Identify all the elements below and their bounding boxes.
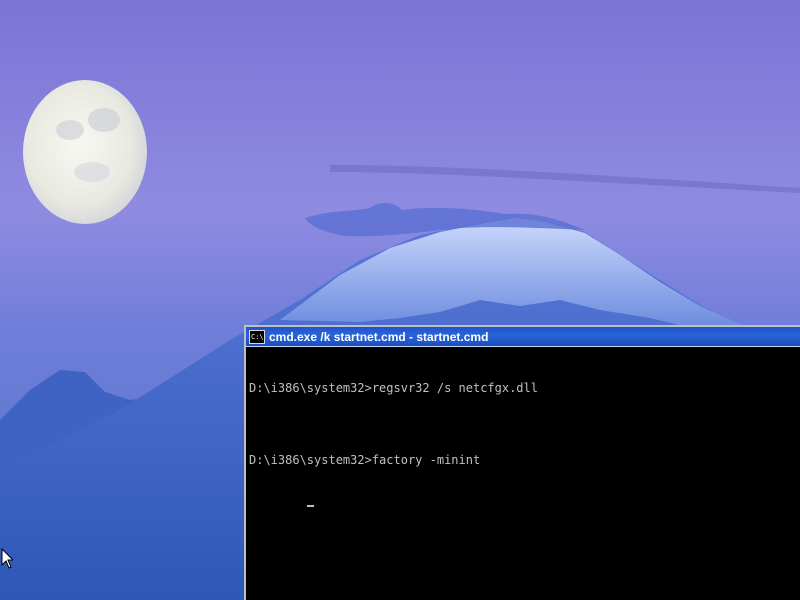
mouse-cursor-icon [1,548,13,569]
moon-crater [88,108,120,132]
moon [23,80,147,224]
window-title: cmd.exe /k startnet.cmd - startnet.cmd [269,329,489,344]
window-titlebar[interactable]: C:\ cmd.exe /k startnet.cmd - startnet.c… [246,327,800,347]
text-cursor [306,505,314,507]
moon-crater [56,120,84,140]
command-prompt-window[interactable]: C:\ cmd.exe /k startnet.cmd - startnet.c… [244,325,800,600]
console-line: D:\i386\system32>factory -minint [249,453,481,467]
console-output[interactable]: D:\i386\system32>regsvr32 /s netcfgx.dll… [249,358,800,600]
desktop: C:\ cmd.exe /k startnet.cmd - startnet.c… [0,0,800,600]
moon-crater [74,162,110,182]
console-line: D:\i386\system32>regsvr32 /s netcfgx.dll [249,381,538,395]
console-input-line[interactable] [249,490,800,507]
command-prompt-icon[interactable]: C:\ [249,329,265,344]
